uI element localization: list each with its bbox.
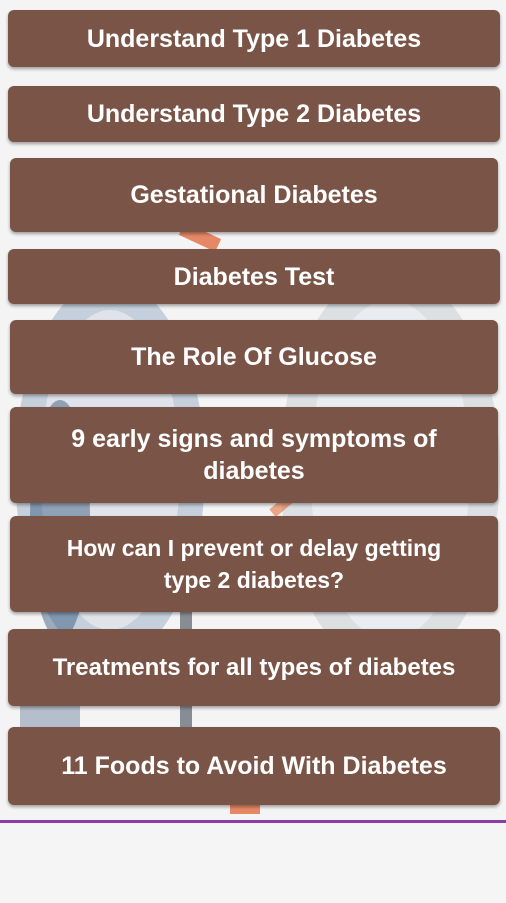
menu-item-prevent-delay[interactable]: How can I prevent or delay getting type … bbox=[10, 516, 498, 612]
menu-item-label: 9 early signs and symptoms of diabetes bbox=[71, 425, 437, 485]
menu-item-label: Understand Type 2 Diabetes bbox=[86, 100, 422, 128]
menu-item-type-2[interactable]: Understand Type 2 Diabetes bbox=[8, 86, 500, 142]
menu-item-treatments[interactable]: Treatments for all types of diabetes bbox=[8, 629, 500, 706]
menu-item-early-signs[interactable]: 9 early signs and symptoms of diabetes bbox=[10, 407, 498, 503]
menu-item-type-1[interactable]: Understand Type 1 Diabetes bbox=[8, 10, 500, 67]
bottom-area bbox=[0, 820, 506, 903]
menu-item-label: 11 Foods to Avoid With Diabetes bbox=[61, 752, 447, 780]
menu-item-foods-to-avoid[interactable]: 11 Foods to Avoid With Diabetes bbox=[8, 727, 500, 805]
menu-item-label: Understand Type 1 Diabetes bbox=[86, 24, 422, 53]
menu-item-label: The Role Of Glucose bbox=[131, 343, 377, 371]
menu-item-role-of-glucose[interactable]: The Role Of Glucose bbox=[10, 320, 498, 394]
menu-item-diabetes-test[interactable]: Diabetes Test bbox=[8, 249, 500, 304]
menu-item-gestational[interactable]: Gestational Diabetes bbox=[10, 158, 498, 232]
menu-item-label: How can I prevent or delay getting type … bbox=[66, 535, 442, 593]
menu-item-label: Gestational Diabetes bbox=[130, 181, 378, 209]
menu-item-label: Diabetes Test bbox=[173, 262, 335, 291]
menu-item-label: Treatments for all types of diabetes bbox=[52, 653, 456, 681]
